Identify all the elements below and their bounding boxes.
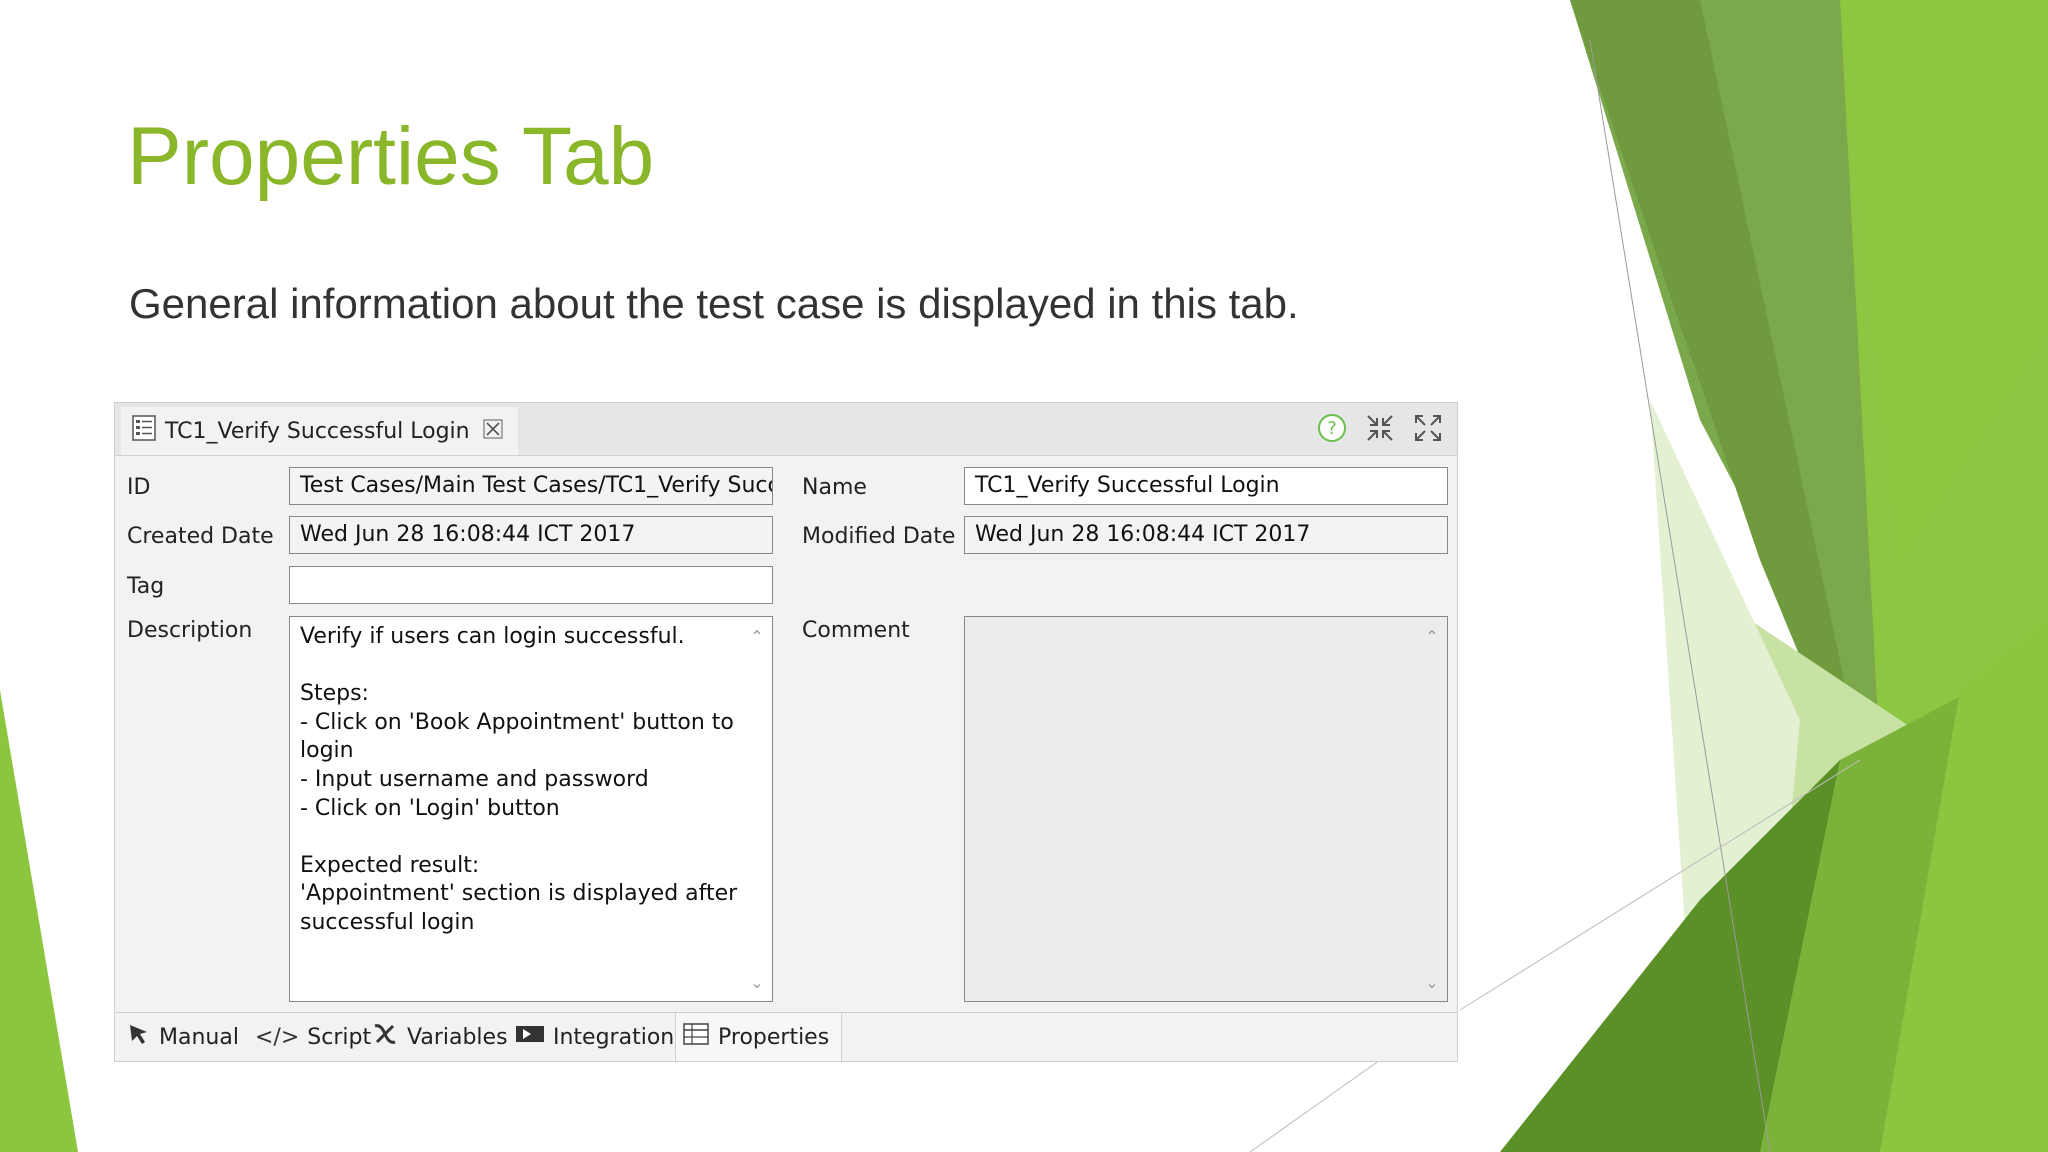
tag-label: Tag (127, 574, 165, 599)
description-text: Verify if users can login successful. St… (300, 624, 738, 935)
tab-variables[interactable]: Variables (371, 1013, 508, 1061)
created-date-label: Created Date (127, 524, 274, 549)
code-icon: </> (255, 1024, 300, 1050)
tag-field[interactable] (289, 566, 773, 604)
tab-properties[interactable]: Properties (675, 1013, 843, 1061)
comment-textarea[interactable]: ⌃ ⌄ (964, 616, 1448, 1002)
comment-scrollbar[interactable]: ⌃ ⌄ (1417, 617, 1447, 1001)
modified-date-field[interactable]: Wed Jun 28 16:08:44 ICT 2017 (964, 516, 1448, 554)
comment-label: Comment (802, 618, 910, 643)
tab-script[interactable]: </> Script (255, 1013, 371, 1061)
editor-toolbar: ? (1315, 411, 1445, 445)
id-label: ID (127, 475, 151, 500)
variable-icon (371, 1022, 399, 1052)
scroll-up-icon[interactable]: ⌃ (1417, 621, 1447, 651)
editor-tab-tc1[interactable]: TC1_Verify Successful Login (121, 407, 518, 455)
tab-variables-label: Variables (407, 1024, 508, 1050)
created-date-field[interactable]: Wed Jun 28 16:08:44 ICT 2017 (289, 516, 773, 554)
tab-properties-label: Properties (718, 1024, 830, 1050)
test-case-icon (131, 414, 157, 448)
description-scrollbar[interactable]: ⌃ ⌄ (742, 617, 772, 1001)
editor-tab-bar: TC1_Verify Successful Login ? (115, 403, 1457, 456)
id-field[interactable]: Test Cases/Main Test Cases/TC1_Verify Su… (289, 467, 773, 505)
name-field[interactable]: TC1_Verify Successful Login (964, 467, 1448, 505)
slide-title: Properties Tab (127, 111, 655, 202)
slide-subtitle: General information about the test case … (129, 280, 1299, 327)
name-label: Name (802, 475, 867, 500)
scroll-down-icon[interactable]: ⌄ (742, 967, 772, 997)
tab-manual[interactable]: Manual (127, 1013, 239, 1061)
test-case-properties-panel: TC1_Verify Successful Login ? ID Test Ca… (114, 402, 1458, 1062)
description-textarea[interactable]: Verify if users can login successful. St… (289, 616, 773, 1002)
editor-tab-label: TC1_Verify Successful Login (165, 418, 470, 444)
tab-script-label: Script (307, 1024, 372, 1050)
scroll-down-icon[interactable]: ⌄ (1417, 967, 1447, 997)
editor-bottom-tabs: Manual </> Script Variables Integration … (115, 1012, 1457, 1061)
svg-text:?: ? (1327, 418, 1337, 439)
cursor-icon (127, 1022, 151, 1052)
modified-date-label: Modified Date (802, 524, 956, 549)
scroll-up-icon[interactable]: ⌃ (742, 621, 772, 651)
close-icon[interactable] (482, 418, 504, 445)
tab-integration[interactable]: Integration (515, 1013, 674, 1061)
integration-icon (515, 1023, 545, 1051)
maximize-icon[interactable] (1411, 411, 1445, 445)
description-label: Description (127, 618, 253, 643)
help-icon[interactable]: ? (1315, 411, 1349, 445)
minimize-icon[interactable] (1363, 411, 1397, 445)
table-icon (682, 1022, 710, 1052)
tab-integration-label: Integration (553, 1024, 675, 1050)
tab-manual-label: Manual (159, 1024, 239, 1050)
